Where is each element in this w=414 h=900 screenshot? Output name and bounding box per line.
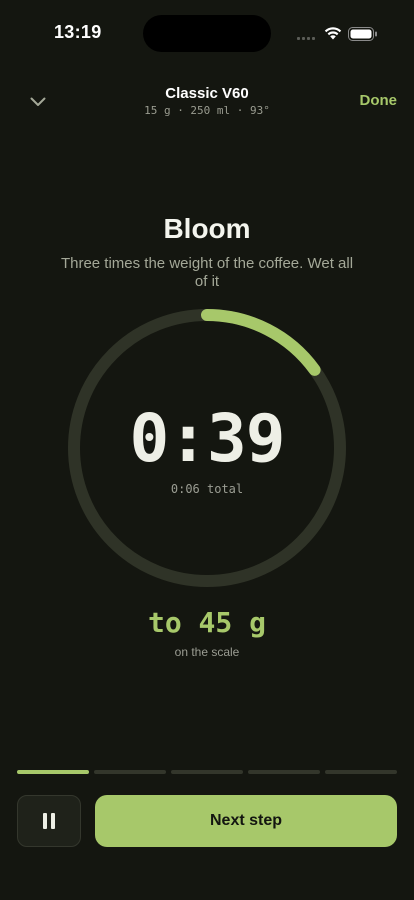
battery-icon (348, 27, 377, 41)
step-description: Three times the weight of the coffee. We… (60, 255, 354, 290)
step-progress-segment (17, 770, 89, 774)
next-step-button[interactable]: Next step (95, 795, 397, 847)
top-bar: Classic V60 15 g · 250 ml · 93° Done (0, 80, 414, 124)
step-title: Bloom (163, 213, 251, 244)
pause-button[interactable] (17, 795, 81, 847)
status-bar: 13:19 (0, 0, 414, 66)
target-weight: to 45 g (147, 606, 266, 639)
target-caption: on the scale (174, 645, 240, 659)
dynamic-island (143, 15, 271, 52)
timer-elapsed: 0:39 (129, 400, 286, 477)
done-button[interactable]: Done (360, 92, 398, 109)
timer-total: 0:06 total (170, 482, 244, 496)
step-progress-segment (248, 770, 320, 774)
step-progress-segment (94, 770, 166, 774)
recipe-title: Classic V60 (165, 85, 249, 102)
pause-icon (43, 813, 55, 829)
recipe-meta: 15 g · 250 ml · 93° (144, 104, 270, 117)
step-progress-bar (17, 770, 397, 774)
status-time: 13:19 (54, 22, 102, 42)
cellular-signal-icon (297, 34, 317, 40)
wifi-icon (324, 27, 342, 40)
step-progress-segment (325, 770, 397, 774)
step-progress-segment (171, 770, 243, 774)
